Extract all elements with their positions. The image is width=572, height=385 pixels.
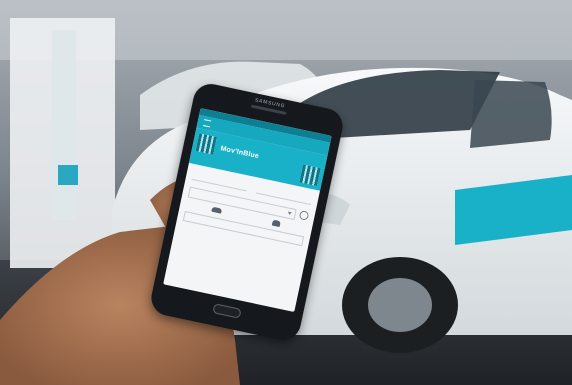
car-icon[interactable] [211,206,223,214]
qr-code-icon-right [299,164,321,186]
qr-code-icon [195,133,217,155]
totem-decal [52,30,76,220]
menu-icon[interactable] [202,119,212,128]
home-button[interactable] [212,303,242,319]
location-icon[interactable] [298,209,310,221]
totem-logo [58,165,78,185]
photo-scene: SAMSUNG Mov'InBlue [0,0,572,385]
utility-icon[interactable] [271,219,281,228]
phone-screen: Mov'InBlue [163,108,332,313]
wheel-rim [368,278,432,332]
app-brand-name: Mov'InBlue [219,145,260,161]
car-side-window [470,80,552,148]
chevron-down-icon [287,211,292,216]
